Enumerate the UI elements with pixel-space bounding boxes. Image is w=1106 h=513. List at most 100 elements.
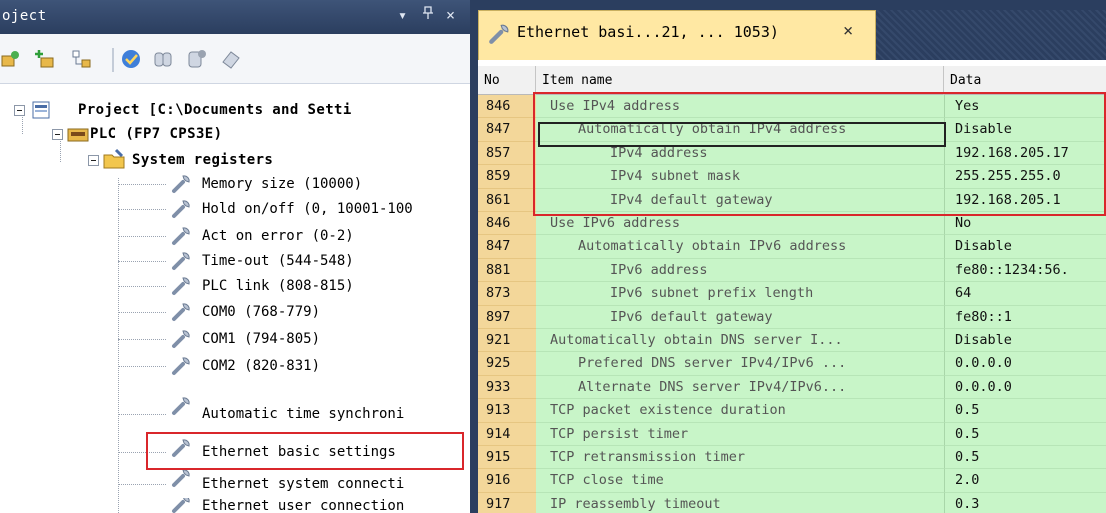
table-row[interactable]: 859 IPv4 subnet mask 255.255.255.0	[478, 165, 1106, 189]
row-item-name[interactable]: TCP retransmission timer	[536, 446, 944, 470]
row-number: 921	[478, 329, 536, 353]
tree-node-system-registers[interactable]: System registers	[88, 148, 470, 172]
row-data-value[interactable]: 0.5	[944, 422, 1106, 446]
table-row[interactable]: 913 TCP packet existence duration 0.5	[478, 399, 1106, 423]
tab-ethernet-basic-settings[interactable]: Ethernet basi...21, ... 1053) ×	[478, 10, 876, 60]
column-header-data[interactable]: Data	[944, 66, 1106, 95]
tree-label: Act on error (0-2)	[202, 228, 354, 244]
wrench-icon	[172, 303, 190, 321]
tree-item-hold-on-off[interactable]: Hold on/off (0, 10001-100	[118, 197, 470, 221]
table-row[interactable]: 857 IPv4 address 192.168.205.17	[478, 141, 1106, 166]
row-data-value[interactable]: 2.0	[944, 469, 1106, 493]
table-row[interactable]: 914 TCP persist timer 0.5	[478, 422, 1106, 446]
tree-item-automatic-time-sync[interactable]: Automatic time synchroni	[118, 397, 470, 426]
tree-node-project[interactable]: Project [C:\Documents and Setti	[14, 98, 470, 122]
table-row[interactable]: 897 IPv6 default gateway fe80::1	[478, 305, 1106, 329]
ethernet-basic-settings-highlight	[146, 432, 464, 470]
tree-item-ethernet-user-connection[interactable]: Ethernet user connection	[118, 498, 470, 513]
open-project-icon[interactable]	[0, 48, 22, 70]
add-item-icon[interactable]	[34, 48, 56, 70]
row-data-value[interactable]: 64	[944, 282, 1106, 306]
tree-item-memory-size[interactable]: Memory size (10000)	[118, 172, 470, 196]
row-data-value[interactable]: 0.0.0.0	[944, 375, 1106, 400]
tree-item-plc-link[interactable]: PLC link (808-815)	[118, 274, 470, 298]
paste-icon[interactable]	[186, 48, 208, 70]
row-item-label: Use IPv6 address	[550, 215, 681, 231]
row-item-label: IPv6 subnet prefix length	[610, 285, 814, 302]
table-row[interactable]: 881 IPv6 address fe80::1234:56.	[478, 258, 1106, 283]
row-item-name[interactable]: IPv4 subnet mask	[536, 165, 944, 189]
row-data-value[interactable]: fe80::1234:56.	[944, 258, 1106, 283]
tree-label: System registers	[132, 152, 274, 168]
row-item-name[interactable]: Prefered DNS server IPv4/IPv6 ...	[536, 352, 944, 376]
settings-badge-icon[interactable]	[120, 48, 142, 70]
project-toolbar	[0, 34, 470, 84]
row-item-label: Automatically obtain DNS server I...	[550, 332, 843, 348]
column-header-no[interactable]: No	[478, 66, 536, 95]
row-data-value[interactable]: 0.5	[944, 399, 1106, 423]
row-item-name[interactable]: IPv6 default gateway	[536, 305, 944, 329]
row-item-name[interactable]: IP reassembly timeout	[536, 492, 944, 513]
row-data-value[interactable]: Disable	[944, 118, 1106, 142]
row-data-value[interactable]: 0.5	[944, 446, 1106, 470]
tree-item-act-on-error[interactable]: Act on error (0-2)	[118, 224, 470, 248]
row-number: 859	[478, 165, 536, 189]
row-data-value[interactable]: Disable	[944, 329, 1106, 353]
tree-node-plc[interactable]: PLC (FP7 CPS3E)	[52, 122, 470, 146]
row-item-name[interactable]: Automatically obtain IPv6 address	[536, 235, 944, 259]
table-row[interactable]: 925 Prefered DNS server IPv4/IPv6 ... 0.0.…	[478, 352, 1106, 376]
row-item-name[interactable]: TCP packet existence duration	[536, 399, 944, 423]
table-row[interactable]: 873 IPv6 subnet prefix length 64	[478, 282, 1106, 306]
tree-item-com2[interactable]: COM2 (820-831)	[118, 354, 470, 378]
copy-icon[interactable]	[152, 48, 174, 70]
collapse-icon[interactable]	[88, 155, 99, 166]
row-item-name[interactable]: Use IPv4 address	[536, 95, 944, 119]
table-row[interactable]: 915 TCP retransmission timer 0.5	[478, 446, 1106, 470]
row-data-value[interactable]: No	[944, 212, 1106, 236]
row-item-name[interactable]: IPv6 subnet prefix length	[536, 282, 944, 306]
tree-item-ethernet-system-connection[interactable]: Ethernet system connecti	[118, 469, 470, 496]
pane-close-icon[interactable]: ×	[446, 6, 455, 24]
project-pane: oject ▾ × Project [C:\Documents and Sett…	[0, 0, 470, 513]
row-data-value[interactable]: Yes	[944, 95, 1106, 119]
row-item-label: IPv4 address	[610, 144, 708, 161]
row-item-name[interactable]: IPv4 address	[536, 141, 944, 166]
table-row[interactable]: 847 Automatically obtain IPv4 address Disa…	[478, 118, 1106, 142]
table-row[interactable]: 847 Automatically obtain IPv6 address Disa…	[478, 235, 1106, 259]
table-row[interactable]: 861 IPv4 default gateway 192.168.205.1	[478, 188, 1106, 212]
row-data-value[interactable]: 255.255.255.0	[944, 165, 1106, 189]
pane-dropdown-icon[interactable]: ▾	[398, 6, 407, 24]
row-data-value[interactable]: Disable	[944, 235, 1106, 259]
pane-splitter[interactable]	[470, 0, 478, 513]
row-item-name[interactable]: TCP persist timer	[536, 422, 944, 446]
table-row[interactable]: 917 IP reassembly timeout 0.3	[478, 492, 1106, 513]
table-row[interactable]: 933 Alternate DNS server IPv4/IPv6... 0.0.…	[478, 375, 1106, 400]
row-item-name[interactable]: Use IPv6 address	[536, 212, 944, 236]
table-row[interactable]: 846 Use IPv4 address Yes	[478, 95, 1106, 119]
column-header-item-name[interactable]: Item name	[536, 66, 944, 95]
tree-label: Ethernet user connection	[202, 498, 405, 513]
row-data-value[interactable]: 192.168.205.17	[944, 141, 1106, 166]
tree-view-icon[interactable]	[70, 48, 92, 70]
tab-close-icon[interactable]: ×	[843, 21, 853, 41]
row-item-name[interactable]: Alternate DNS server IPv4/IPv6...	[536, 375, 944, 400]
row-item-name[interactable]: IPv6 address	[536, 258, 944, 283]
tree-item-com1[interactable]: COM1 (794-805)	[118, 327, 470, 351]
collapse-icon[interactable]	[52, 129, 63, 140]
table-row[interactable]: 846 Use IPv6 address No	[478, 212, 1106, 236]
row-item-name[interactable]: IPv4 default gateway	[536, 188, 944, 212]
row-data-value[interactable]: 192.168.205.1	[944, 188, 1106, 212]
tree-item-time-out[interactable]: Time-out (544-548)	[118, 249, 470, 273]
row-data-value[interactable]: 0.3	[944, 492, 1106, 513]
row-data-value[interactable]: fe80::1	[944, 305, 1106, 329]
row-item-name[interactable]: Automatically obtain IPv4 address	[536, 118, 944, 142]
pane-pin-icon[interactable]	[422, 6, 434, 24]
collapse-icon[interactable]	[14, 105, 25, 116]
row-item-name[interactable]: Automatically obtain DNS server I...	[536, 329, 944, 353]
table-row[interactable]: 921 Automatically obtain DNS server I... D…	[478, 329, 1106, 353]
tree-item-com0[interactable]: COM0 (768-779)	[118, 300, 470, 324]
table-row[interactable]: 916 TCP close time 2.0	[478, 469, 1106, 493]
row-item-name[interactable]: TCP close time	[536, 469, 944, 493]
row-data-value[interactable]: 0.0.0.0	[944, 352, 1106, 376]
erase-icon[interactable]	[220, 48, 242, 70]
